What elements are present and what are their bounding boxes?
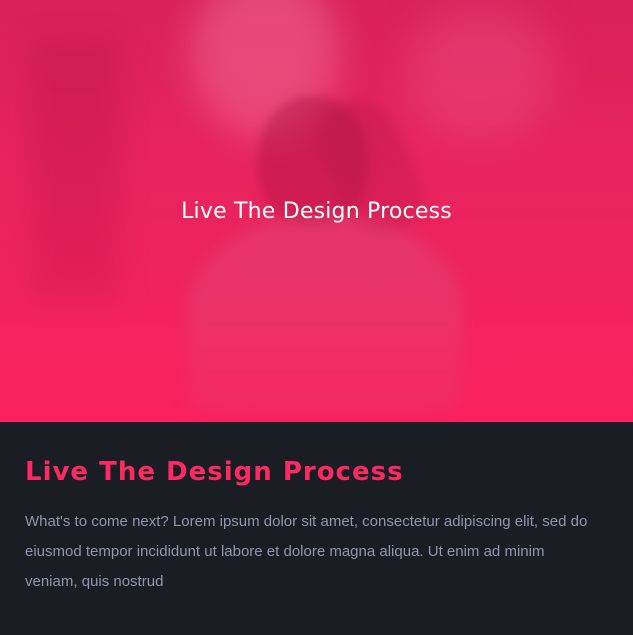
hero-banner: Live The Design Process	[0, 0, 633, 422]
feature-card: Live The Design Process Live The Design …	[0, 0, 633, 635]
card-title: Live The Design Process	[25, 457, 404, 487]
card-content: Live The Design Process What's to come n…	[25, 455, 600, 597]
card-description: What's to come next? Lorem ipsum dolor s…	[25, 513, 588, 590]
hero-title: Live The Design Process	[181, 199, 452, 224]
